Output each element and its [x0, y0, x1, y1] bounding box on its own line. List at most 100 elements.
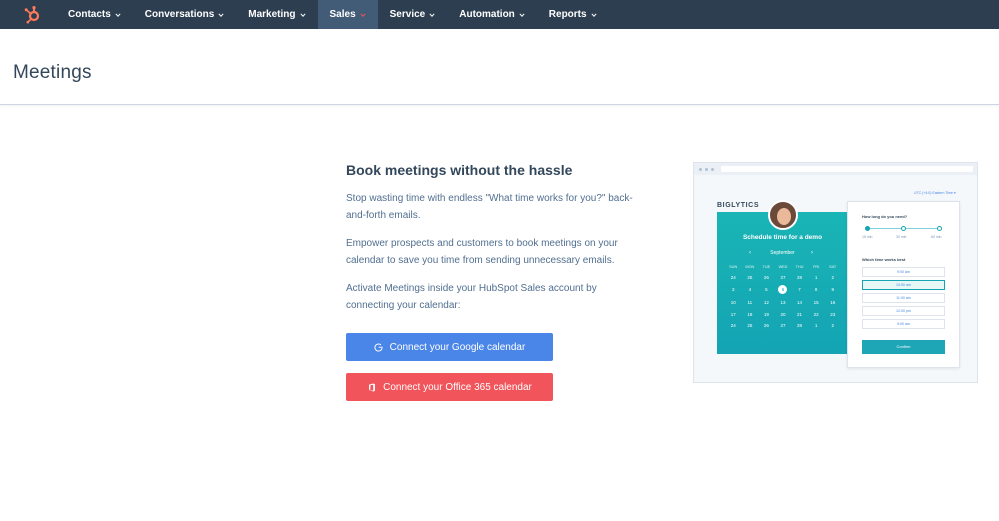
headline: Book meetings without the hassle — [346, 162, 573, 178]
calendar-day: 14 — [797, 300, 803, 305]
calendar-day: 1 — [814, 275, 818, 280]
slider-knob — [901, 226, 906, 231]
page-header: Meetings — [0, 29, 999, 105]
nav-conversations[interactable]: Conversations — [133, 0, 236, 29]
calendar-day: 3 — [732, 286, 735, 292]
hubspot-logo-icon[interactable] — [0, 0, 56, 29]
calendar-day: 7 — [798, 286, 801, 292]
calendar-day: 1 — [814, 323, 818, 328]
meetings-intro: Book meetings without the hassle Stop wa… — [346, 162, 646, 325]
calendar-day: 2 — [831, 275, 834, 280]
nav-automation[interactable]: Automation — [447, 0, 537, 29]
time-slot: 12:00 pm — [862, 306, 945, 316]
weekday-label: FRI — [813, 265, 820, 269]
weekday-label: TUE — [762, 265, 771, 269]
duration-slider — [865, 226, 942, 231]
calendar-day: 25 — [747, 275, 753, 280]
weekday-label: MON — [745, 265, 755, 269]
calendar-day: 4 — [748, 286, 752, 292]
weekday-label: WED — [778, 265, 788, 269]
nav-label: Conversations — [144, 9, 215, 20]
chevron-down-icon — [519, 12, 525, 17]
calendar-day: 28 — [797, 323, 803, 328]
meetings-illustration: UTC (+4:0) Eastern Time ▾ BIGLYTICS Sche… — [693, 162, 978, 383]
nav-label: Reports — [548, 9, 587, 20]
button-label: Connect your Office 365 calendar — [383, 381, 532, 393]
calendar-day: 22 — [813, 311, 819, 317]
calendar-day: 24 — [730, 275, 736, 280]
weekday-label: SUN — [729, 265, 738, 269]
chevron-down-icon — [591, 12, 597, 17]
paragraph: Activate Meetings inside your HubSpot Sa… — [346, 283, 597, 311]
avatar-face — [777, 208, 791, 225]
nav-marketing[interactable]: Marketing — [236, 0, 317, 29]
calendar-day: 25 — [747, 323, 753, 328]
calendar-day: 16 — [830, 300, 836, 305]
window-dot-icon — [699, 167, 702, 171]
calendar-day: 26 — [763, 323, 769, 328]
brand-logo: BIGLYTICS — [717, 202, 760, 209]
duration-option: 15 min — [862, 235, 873, 239]
connect-google-calendar-button[interactable]: Connect your Google calendar — [346, 333, 553, 361]
calendar-day: 2 — [831, 323, 834, 328]
chevron-down-icon — [429, 12, 435, 17]
duration-option: 60 min — [931, 235, 942, 239]
nav-contacts[interactable]: Contacts — [56, 0, 133, 29]
calendar-day: 26 — [763, 275, 769, 280]
nav-label: Automation — [459, 9, 515, 20]
sprocket-icon — [24, 5, 40, 23]
calendar-day: 20 — [780, 311, 786, 317]
calendar-day: 15 — [813, 300, 819, 305]
calendar-grid: 24 25 26 27 28 1 2 3 4 5 6 7 8 9 10 11 12 13 14 15 16 17 18 19 2… — [725, 275, 841, 328]
calendar-day: 23 — [830, 311, 836, 317]
nav-label: Sales — [329, 9, 356, 20]
window-dot-icon — [705, 167, 708, 171]
month-switcher: ‹ September › — [717, 250, 848, 256]
calendar-day: 17 — [730, 311, 736, 317]
chevron-down-icon — [115, 12, 121, 17]
paragraph: Empower prospects and customers to book … — [346, 238, 618, 266]
prev-month-icon: ‹ — [749, 250, 751, 256]
weekday-label: THU — [795, 265, 804, 269]
calendar-card: Schedule time for a demo ‹ September › S… — [717, 212, 848, 354]
weekday-label: SAT — [829, 265, 837, 269]
page-title: Meetings — [13, 62, 92, 83]
time-slot: 11:00 am — [862, 293, 945, 303]
connect-office-365-calendar-button[interactable]: Connect your Office 365 calendar — [346, 373, 553, 401]
calendar-day: 27 — [780, 323, 786, 328]
calendar-day: 6 — [778, 284, 788, 294]
office-icon — [367, 382, 377, 392]
chevron-down-icon — [299, 12, 306, 17]
time-label: Which time works best — [862, 257, 906, 262]
nav-sales[interactable]: Sales — [317, 0, 378, 29]
avatar — [768, 200, 798, 230]
nav-label: Marketing — [248, 9, 296, 20]
paragraph: Stop wasting time with endless "What tim… — [346, 193, 633, 221]
schedule-title: Schedule time for a demo — [742, 234, 823, 241]
duration-label: How long do you need? — [862, 214, 908, 219]
calendar-day: 19 — [763, 311, 769, 317]
month-label: September — [770, 250, 795, 256]
calendar-day: 24 — [730, 323, 736, 328]
time-slot: 10:00 am — [862, 280, 945, 290]
nav-label: Contacts — [68, 9, 111, 20]
chevron-down-icon — [360, 12, 366, 17]
weekday-row: SUN MON TUE WED THU FRI SAT — [725, 265, 841, 269]
calendar-day: 5 — [765, 286, 768, 292]
confirm-button: Confirm — [862, 340, 945, 354]
calendar-day: 27 — [780, 275, 786, 280]
calendar-day: 21 — [797, 311, 803, 317]
calendar-day: 8 — [814, 286, 818, 292]
calendar-day: 11 — [747, 300, 753, 305]
top-nav: Contacts Conversations Marketing Sales S… — [0, 0, 999, 29]
slider-knob — [937, 226, 942, 231]
slider-knob — [865, 226, 870, 231]
nav-reports[interactable]: Reports — [537, 0, 609, 29]
calendar-day: 28 — [797, 275, 803, 280]
calendar-day: 12 — [763, 300, 769, 305]
calendar-day: 13 — [780, 300, 786, 305]
nav-service[interactable]: Service — [378, 0, 448, 29]
calendar-day: 18 — [747, 311, 753, 317]
window-dot-icon — [711, 167, 714, 171]
calendar-day: 9 — [831, 286, 834, 292]
